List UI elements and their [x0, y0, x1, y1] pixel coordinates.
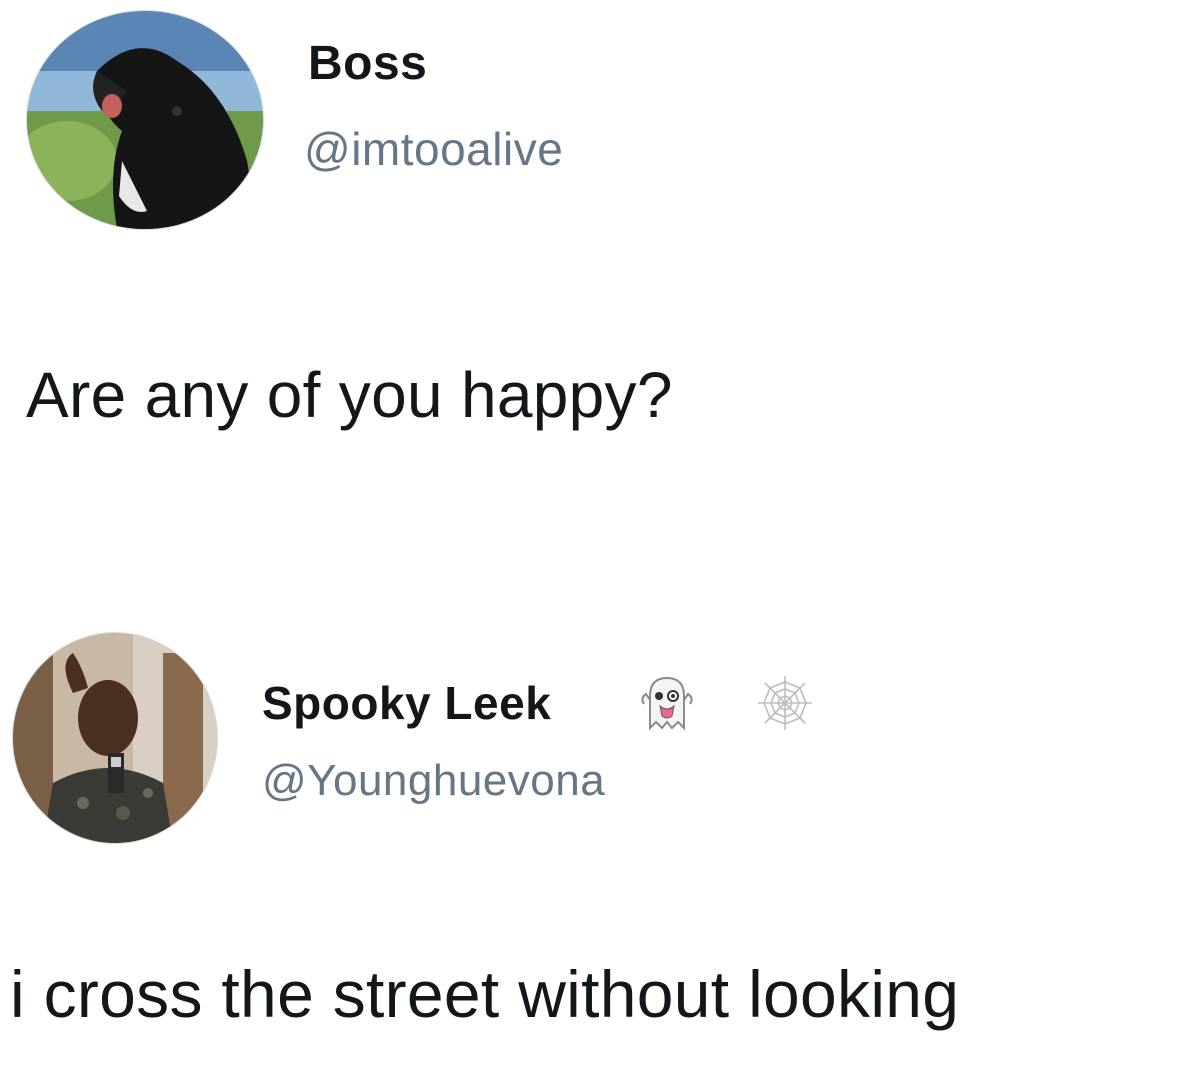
tweet-boss: Boss @imtooalive Are any of you happy? [0, 0, 1200, 560]
user-handle[interactable]: @imtooalive [304, 122, 563, 176]
person-selfie-avatar[interactable] [12, 632, 218, 844]
spider-web-emoji-icon [756, 674, 814, 732]
dog-avatar[interactable] [26, 10, 264, 230]
tweet-text: Are any of you happy? [26, 359, 673, 431]
user-handle[interactable]: @Younghuevona [262, 756, 605, 806]
display-name[interactable]: Spooky Leek [262, 676, 551, 730]
ghost-emoji-icon [638, 674, 696, 732]
display-name[interactable]: Boss [308, 36, 427, 91]
tweet-text: i cross the street without looking [10, 957, 960, 1031]
tweet-spooky-leek: Spooky Leek @Younghuevona i cross the st… [0, 620, 1200, 1069]
